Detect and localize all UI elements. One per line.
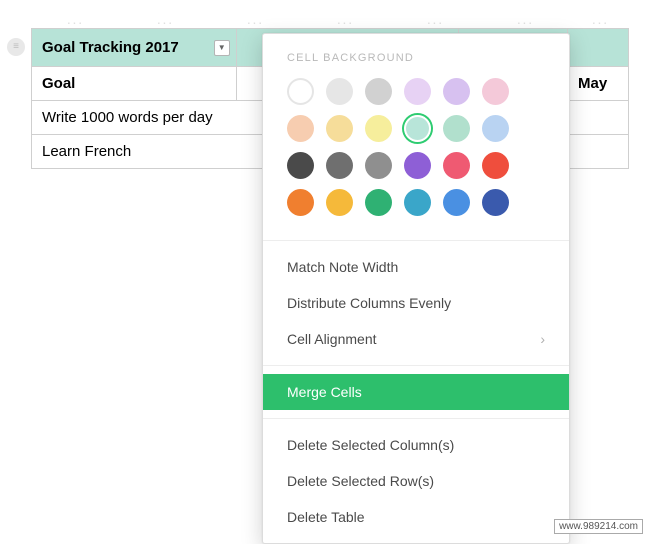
color-swatch-grid	[263, 78, 569, 232]
color-swatch[interactable]	[287, 115, 314, 142]
menu-merge-cells[interactable]: Merge Cells	[263, 374, 569, 410]
menu-cell-alignment[interactable]: Cell Alignment ›	[263, 321, 569, 357]
menu-delete-table[interactable]: Delete Table	[263, 499, 569, 535]
swatch-row-3	[283, 152, 549, 179]
table-cell[interactable]	[568, 29, 629, 67]
menu-divider	[263, 365, 569, 366]
color-swatch[interactable]	[326, 152, 353, 179]
color-swatch[interactable]	[326, 189, 353, 216]
menu-match-note-width[interactable]: Match Note Width	[263, 249, 569, 285]
color-swatch[interactable]	[443, 189, 470, 216]
column-header-may[interactable]: May	[568, 67, 629, 101]
menu-divider	[263, 240, 569, 241]
table-title: Goal Tracking 2017	[42, 39, 179, 56]
menu-label: Delete Selected Column(s)	[287, 437, 454, 453]
color-swatch[interactable]	[443, 78, 470, 105]
color-swatch[interactable]	[482, 115, 509, 142]
color-swatch[interactable]	[326, 115, 353, 142]
color-swatch[interactable]	[365, 115, 392, 142]
color-swatch[interactable]	[443, 152, 470, 179]
chevron-down-icon: ▼	[218, 43, 226, 52]
cell-background-label: CELL BACKGROUND	[263, 52, 569, 78]
color-swatch[interactable]	[404, 189, 431, 216]
menu-distribute-columns[interactable]: Distribute Columns Evenly	[263, 285, 569, 321]
color-swatch[interactable]	[365, 189, 392, 216]
menu-label: Cell Alignment	[287, 331, 377, 347]
color-swatch[interactable]	[482, 152, 509, 179]
color-swatch[interactable]	[287, 189, 314, 216]
color-swatch[interactable]	[365, 78, 392, 105]
table-title-cell[interactable]: Goal Tracking 2017 ▼	[32, 29, 237, 67]
table-cell[interactable]	[568, 135, 629, 169]
menu-label: Merge Cells	[287, 384, 362, 400]
menu-label: Delete Table	[287, 509, 365, 525]
chevron-right-icon: ›	[540, 331, 545, 347]
table-cell[interactable]	[568, 101, 629, 135]
color-swatch[interactable]	[326, 78, 353, 105]
menu-label: Distribute Columns Evenly	[287, 295, 451, 311]
menu-label: Delete Selected Row(s)	[287, 473, 434, 489]
color-swatch[interactable]	[404, 78, 431, 105]
color-swatch[interactable]	[287, 152, 314, 179]
color-swatch[interactable]	[287, 78, 314, 105]
menu-label: Match Note Width	[287, 259, 398, 275]
color-swatch[interactable]	[482, 78, 509, 105]
color-swatch[interactable]	[365, 152, 392, 179]
menu-delete-columns[interactable]: Delete Selected Column(s)	[263, 427, 569, 463]
color-swatch[interactable]	[482, 189, 509, 216]
row-handle-icon[interactable]: ≡	[7, 38, 25, 56]
menu-divider	[263, 418, 569, 419]
swatch-row-4	[283, 189, 549, 216]
swatch-row-2	[283, 115, 549, 142]
swatch-row-1	[283, 78, 549, 105]
cell-context-menu: CELL BACKGROUND Match Note Width Distrib…	[262, 33, 570, 544]
color-swatch[interactable]	[443, 115, 470, 142]
column-header-goal[interactable]: Goal	[32, 67, 237, 101]
color-swatch[interactable]	[404, 152, 431, 179]
color-swatch[interactable]	[404, 115, 431, 142]
cell-menu-button[interactable]: ▼	[214, 40, 230, 56]
watermark: www.989214.com	[554, 519, 643, 534]
menu-delete-rows[interactable]: Delete Selected Row(s)	[263, 463, 569, 499]
